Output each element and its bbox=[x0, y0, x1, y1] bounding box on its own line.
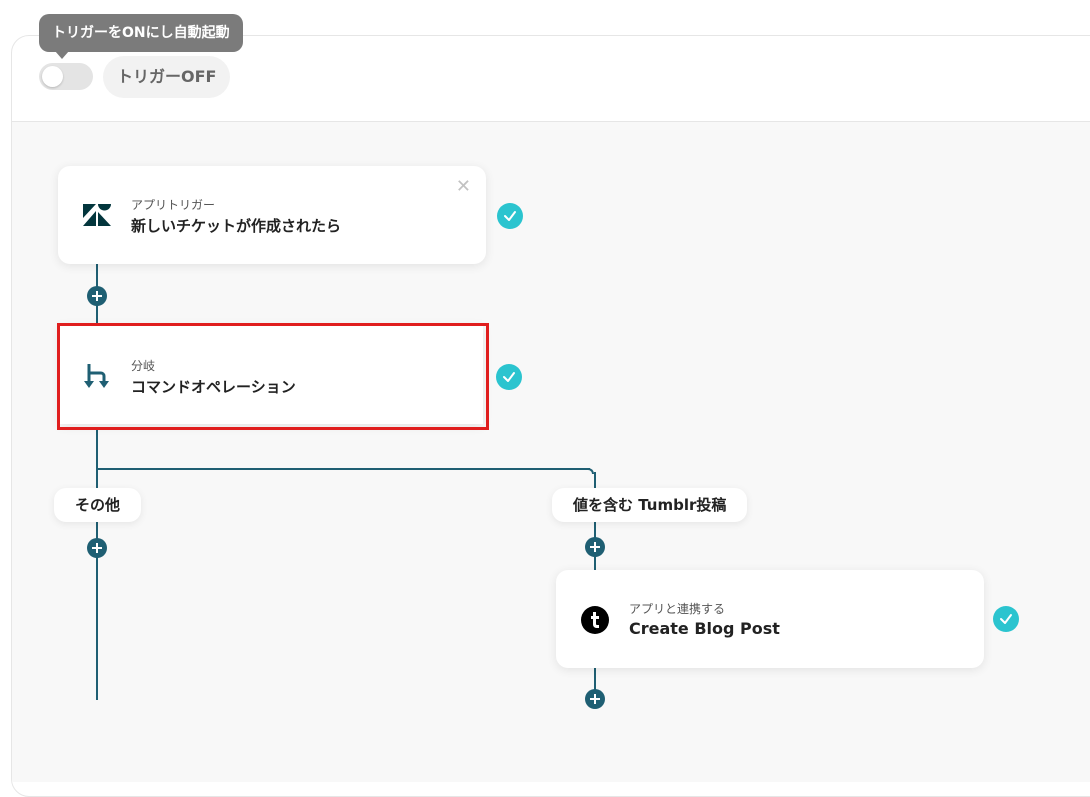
tooltip-arrow bbox=[55, 51, 69, 59]
branch-label-tumblr[interactable]: 値を含む Tumblr投稿 bbox=[552, 488, 748, 522]
tumblr-icon bbox=[581, 606, 609, 638]
action-card-subtitle: アプリと連携する bbox=[629, 602, 726, 616]
trigger-card-title: 新しいチケットが作成されたら bbox=[131, 217, 342, 235]
trigger-card-subtitle: アプリトリガー bbox=[131, 198, 216, 212]
trigger-tooltip: トリガーをONにし自動起動 bbox=[39, 14, 243, 52]
toggle-knob bbox=[42, 66, 63, 87]
add-step-button[interactable] bbox=[585, 689, 605, 709]
check-icon bbox=[497, 203, 523, 229]
action-card[interactable]: アプリと連携する Create Blog Post bbox=[556, 570, 984, 668]
check-icon bbox=[496, 364, 522, 390]
add-step-button[interactable] bbox=[87, 538, 107, 558]
trigger-toggle[interactable] bbox=[39, 63, 93, 90]
add-step-button[interactable] bbox=[87, 286, 107, 306]
add-step-button[interactable] bbox=[585, 537, 605, 557]
highlight-box bbox=[57, 323, 489, 430]
trigger-card[interactable]: アプリトリガー 新しいチケットが作成されたら ✕ bbox=[58, 166, 486, 264]
check-icon bbox=[993, 606, 1019, 632]
close-icon[interactable]: ✕ bbox=[456, 176, 471, 197]
action-card-title: Create Blog Post bbox=[629, 619, 780, 638]
trigger-status-label: トリガーOFF bbox=[103, 56, 231, 98]
branch-connector-line bbox=[96, 468, 590, 470]
branch-label-other[interactable]: その他 bbox=[54, 488, 142, 522]
zendesk-icon bbox=[83, 204, 111, 230]
